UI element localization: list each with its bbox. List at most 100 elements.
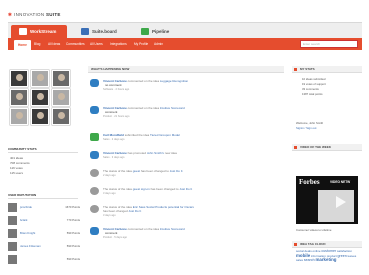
tag-link[interactable]: marketing — [316, 257, 337, 262]
my-stats-title: MY STATS — [292, 66, 362, 73]
comment-icon — [90, 227, 99, 235]
avatar — [8, 229, 17, 238]
left-sidebar: COMMUNITY STATS 401 ideas 708 comments 1… — [8, 56, 82, 275]
feed-user[interactable]: Carl Mondfield — [103, 133, 124, 137]
search-input[interactable]: Enter search — [300, 40, 358, 48]
feed-meta: Product · 5 days ago — [103, 236, 127, 239]
feed-quote: comment — [105, 231, 118, 235]
feed-meta: Product · 21 hours ago — [103, 115, 130, 118]
feed-status[interactable]: Just Do It — [179, 187, 192, 191]
nav-home[interactable]: Home — [14, 40, 31, 50]
feed-meta: 2 days ago — [103, 174, 116, 177]
my-stat: 1387 total points — [302, 92, 323, 96]
avatar — [8, 203, 17, 212]
avatar[interactable] — [31, 108, 49, 125]
feed-target[interactable]: Intuitive Scorecard — [160, 106, 185, 110]
nav-communities[interactable]: Communities — [66, 38, 85, 50]
feed-target[interactable]: Eric Sass Social Products potential for … — [133, 205, 194, 209]
nav-integrations[interactable]: Integrations — [110, 38, 127, 50]
feed-target[interactable]: John Smith's — [147, 151, 164, 155]
nav-my-profile[interactable]: My Profile — [134, 38, 148, 50]
leader-points: 1670 Points — [65, 205, 80, 209]
leader-points: 590 Points — [66, 244, 80, 248]
tag-link[interactable]: satisfaction — [337, 249, 352, 253]
video-brand: Forbes — [299, 178, 320, 186]
list-item[interactable]: jsmcbride 1670 Points — [8, 203, 82, 213]
app-logo[interactable]: ✱ INNOVATION SUITE — [8, 12, 61, 18]
status-icon — [90, 169, 99, 177]
tag-link[interactable]: sales — [296, 258, 303, 262]
list-item[interactable]: James Frikeman 590 Points — [8, 242, 82, 252]
tab-suiteboard[interactable]: Suite.board — [81, 25, 117, 38]
logo-text: INNOVATION — [14, 12, 45, 17]
feed-meta: 3 days ago — [103, 192, 116, 195]
stat-comments: 708 comments — [10, 161, 30, 165]
feed-action: has been changed to — [140, 169, 169, 173]
avatar[interactable] — [52, 108, 70, 125]
list-item[interactable]: 590 Points — [8, 255, 82, 265]
tag-link[interactable]: mobile — [296, 253, 310, 258]
tag-link[interactable]: search — [304, 258, 315, 262]
avatar[interactable] — [10, 70, 28, 87]
feed-user[interactable]: Vincent Carbone — [103, 151, 127, 155]
feed-status[interactable]: Just Do It — [170, 169, 183, 173]
logo-suffix: SUITE — [45, 12, 61, 17]
signout-link[interactable]: Signin / Sign out — [296, 126, 316, 130]
avatar[interactable] — [31, 70, 49, 87]
tag-link[interactable]: leaves — [348, 254, 357, 258]
comment-icon — [90, 79, 99, 87]
avatar[interactable] — [10, 108, 28, 125]
feed-action: has promoted — [127, 151, 146, 155]
video-label: VIDEO NETW — [330, 180, 351, 184]
avatar[interactable] — [31, 89, 49, 106]
comment-icon — [90, 106, 99, 114]
tag-link[interactable]: customer — [321, 249, 336, 253]
my-stat: 33 comments — [302, 87, 319, 91]
video-title: VIDEO OF THE WEEK — [292, 144, 362, 151]
leader-name[interactable]: Brian Knight — [20, 231, 35, 235]
leaderboard-title: USER REPUTATION — [8, 192, 78, 199]
nav-all-users[interactable]: All Users — [90, 38, 103, 50]
nav-blog[interactable]: Blog — [34, 38, 40, 50]
feed-target[interactable]: guest — [133, 169, 140, 173]
avatar[interactable] — [52, 89, 70, 106]
tag-cloud-title: IDEA TAG CLOUD — [292, 241, 362, 248]
main-nav: Home Blog All Ideas Communities All User… — [8, 38, 362, 50]
avatar[interactable] — [10, 89, 28, 106]
feed-action: commented on the idea — [127, 227, 159, 231]
avatar — [8, 216, 17, 225]
community-stats-title: COMMUNITY STATS — [8, 146, 78, 153]
tab-pipeline[interactable]: Pipeline — [141, 25, 169, 38]
leader-name[interactable]: jsmcbride — [20, 205, 32, 209]
right-sidebar: MY STATS 10 ideas submitted 19 votes of … — [292, 66, 362, 275]
suiteboard-icon — [81, 28, 89, 35]
workstream-icon — [19, 28, 27, 35]
play-icon[interactable] — [336, 196, 346, 208]
video-player[interactable]: Forbes VIDEO NETW — [296, 176, 358, 224]
list-item[interactable]: Brian Knight 590 Points — [8, 229, 82, 239]
leader-name[interactable]: bclark — [20, 218, 27, 222]
video-caption: Consumer videos to Lifetime — [296, 228, 332, 232]
nav-admin[interactable]: Admin — [154, 38, 163, 50]
stat-users: 115 users — [10, 171, 23, 175]
status-icon — [90, 187, 99, 195]
leader-name[interactable]: James Frikeman — [20, 244, 41, 248]
leader-points: 770 Points — [66, 218, 80, 222]
list-item: Vincent Carbone commented on the idea Lu… — [88, 78, 284, 100]
feed-target[interactable]: Luggage Recognition — [160, 79, 188, 83]
tag-link[interactable]: online — [313, 249, 321, 253]
feed-target[interactable]: Tiered Groupon Model — [150, 133, 180, 137]
list-item[interactable]: bclark 770 Points — [8, 216, 82, 226]
activity-feed: WHAT'S HAPPENING NOW Vincent Carbone com… — [88, 66, 284, 275]
feed-meta: Sales · 3 days ago — [103, 156, 125, 159]
tag-link[interactable]: green — [338, 254, 347, 258]
feed-quote: no comment — [105, 83, 122, 87]
tab-workstream[interactable]: WorkStream — [11, 25, 67, 38]
feed-target[interactable]: Intuitive Scorecard — [160, 227, 185, 231]
list-item: Vincent Carbone has promoted John Smith'… — [88, 150, 284, 164]
feed-target[interactable]: guest sign-in — [133, 187, 150, 191]
feed-status[interactable]: Just Do It — [129, 209, 142, 213]
tag-cloud: social deals online customer satisfactio… — [296, 249, 360, 263]
nav-all-ideas[interactable]: All Ideas — [48, 38, 60, 50]
avatar[interactable] — [52, 70, 70, 87]
